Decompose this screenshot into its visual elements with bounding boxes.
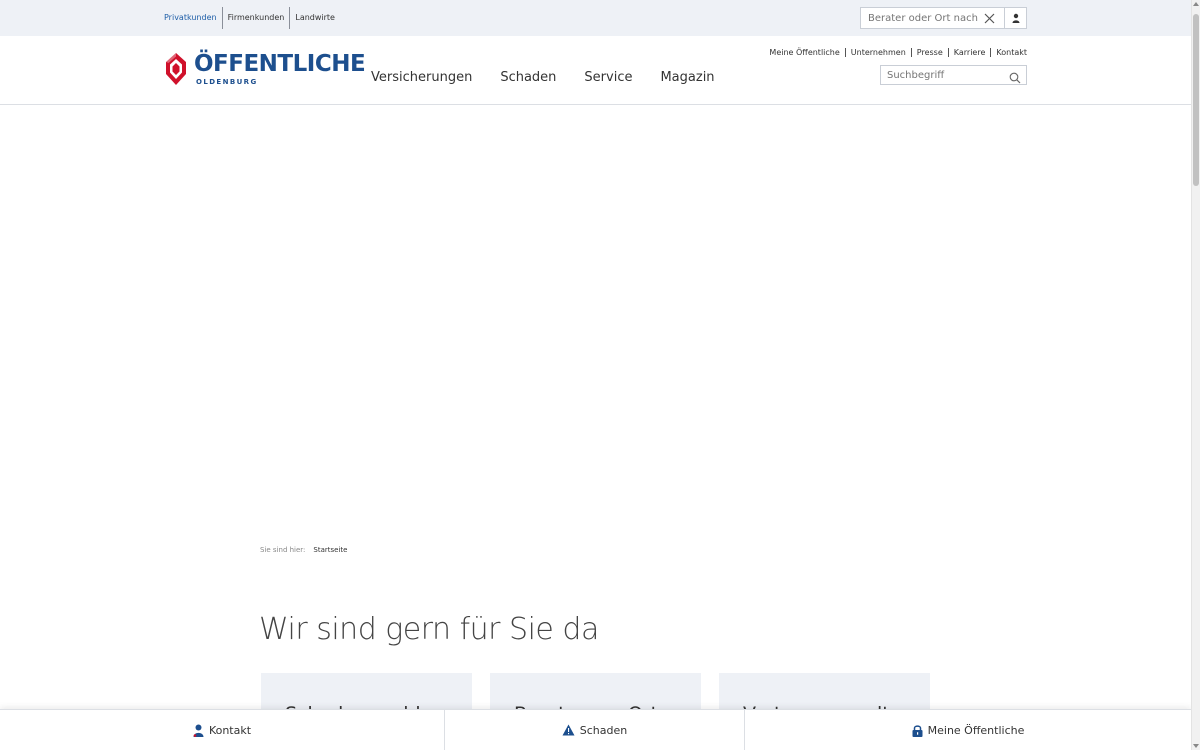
bottom-account-button[interactable]: Meine Öffentliche [745,710,1191,750]
sticky-bottom-bar: Kontakt Schaden Meine Öffentliche [0,709,1191,750]
search-icon[interactable] [1009,69,1021,88]
service-card-vertrag-verwalten[interactable]: Vertrag verwalten [719,673,930,713]
bottom-claim-button[interactable]: Schaden [445,710,745,750]
meta-karriere[interactable]: Karriere [947,48,991,57]
nav-schaden[interactable]: Schaden [500,70,556,85]
breadcrumb-prefix: Sie sind hier: [260,546,306,554]
meta-presse[interactable]: Presse [910,48,948,57]
site-search-box [880,65,1027,85]
person-icon [193,724,204,737]
scroll-up-icon[interactable] [1193,2,1199,6]
meta-unternehmen[interactable]: Unternehmen [844,48,911,57]
breadcrumb: Sie sind hier: Startseite [260,546,347,554]
advisor-search-box [860,7,1027,29]
meta-kontakt[interactable]: Kontakt [990,48,1027,57]
bottom-claim-label: Schaden [579,723,628,737]
page-headline: Wir sind gern für Sie da [259,612,599,647]
nav-magazin[interactable]: Magazin [660,70,714,85]
logo-subtitle: OLDENBURG [196,78,258,86]
bottom-contact-label: Kontakt [208,723,252,737]
bottom-account-label: Meine Öffentliche [927,723,1025,737]
close-icon[interactable] [981,8,997,28]
meta-navigation: Meine Öffentliche Unternehmen Presse Kar… [764,48,1027,57]
brand-logo[interactable]: ÖFFENTLICHE OLDENBURG [165,51,366,92]
scroll-down-icon[interactable] [1193,744,1199,748]
customer-segment-switch: Privatkunden Firmenkunden Landwirte [159,7,340,29]
bottom-contact-button[interactable]: Kontakt [0,710,445,750]
advisor-search-input[interactable] [861,8,981,28]
service-card-schaden-melden[interactable]: Schaden melden [261,673,472,713]
meta-meine-oeffentliche[interactable]: Meine Öffentliche [764,48,844,57]
shield-logo-icon [166,53,186,85]
user-icon[interactable] [1004,8,1026,28]
page-scrollbar[interactable] [1191,0,1200,750]
warning-icon [562,724,575,736]
scrollbar-thumb[interactable] [1193,14,1199,186]
service-card-berater-vor-ort[interactable]: Berater vor Ort [490,673,701,713]
breadcrumb-current[interactable]: Startseite [313,546,347,554]
segment-landwirte[interactable]: Landwirte [289,7,340,29]
nav-versicherungen[interactable]: Versicherungen [371,70,472,85]
site-header: ÖFFENTLICHE OLDENBURG Versicherungen Sch… [0,36,1191,105]
search-input[interactable] [881,66,1001,84]
lock-icon [912,724,923,737]
nav-service[interactable]: Service [584,70,632,85]
logo-wordmark: ÖFFENTLICHE [194,51,366,77]
segment-privatkunden[interactable]: Privatkunden [159,7,222,29]
segment-firmenkunden[interactable]: Firmenkunden [221,7,290,29]
main-navigation: Versicherungen Schaden Service Magazin [371,70,715,85]
top-utility-bar: Privatkunden Firmenkunden Landwirte [0,0,1191,36]
